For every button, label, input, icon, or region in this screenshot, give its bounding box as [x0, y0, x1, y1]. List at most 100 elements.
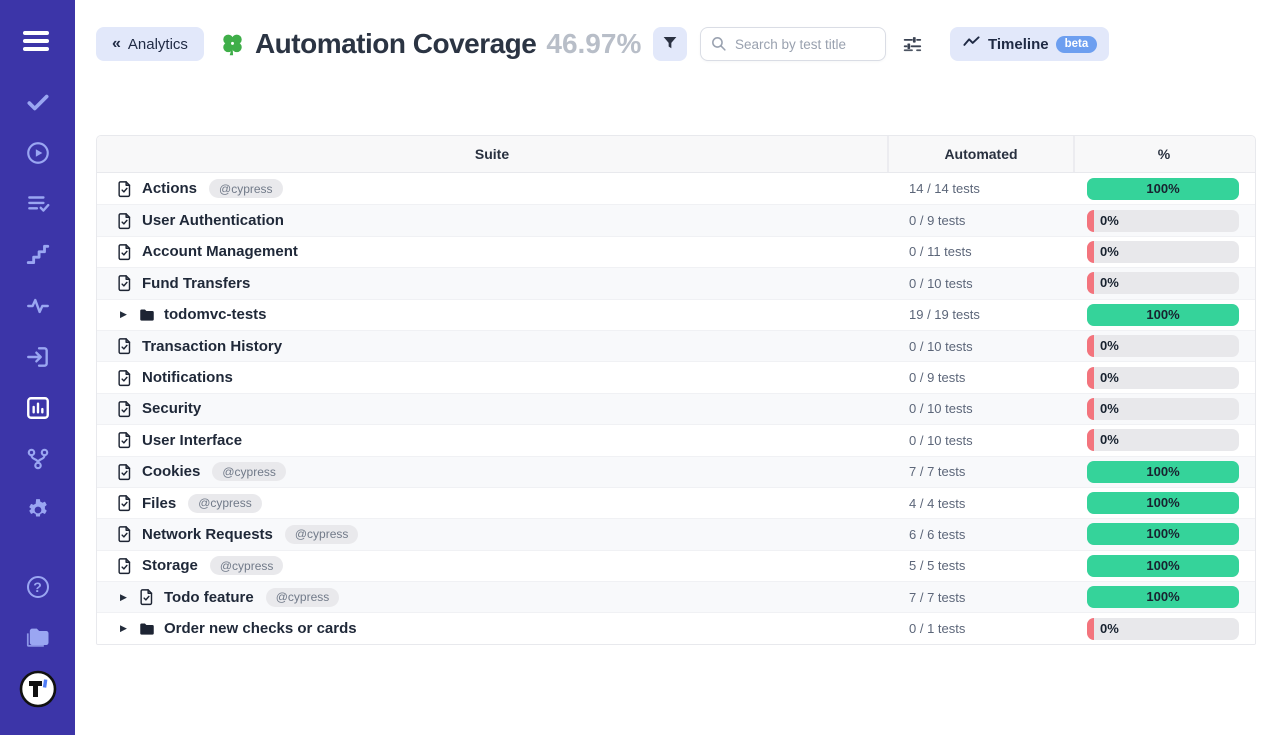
- table-row[interactable]: Security 0 / 10 tests 0%: [97, 393, 1255, 424]
- back-label: Analytics: [128, 36, 188, 53]
- cypress-tag-badge: @cypress: [210, 556, 284, 575]
- suite-cell: Actions @cypress: [97, 179, 887, 198]
- folder-icon: [138, 620, 156, 638]
- coverage-bar: 100%: [1087, 461, 1239, 483]
- coverage-percent-label: 0%: [1100, 272, 1119, 294]
- table-row[interactable]: Fund Transfers 0 / 10 tests 0%: [97, 267, 1255, 298]
- expand-caret-icon[interactable]: ▶: [120, 592, 130, 603]
- suite-name: Network Requests: [142, 526, 273, 543]
- coverage-bar: 0%: [1087, 241, 1239, 263]
- file-icon: [138, 588, 156, 606]
- coverage-table: Suite Automated % Actions @cypress 14 / …: [96, 135, 1256, 645]
- check-icon[interactable]: [24, 88, 52, 116]
- play-circle-icon[interactable]: [24, 139, 52, 167]
- testomat-logo[interactable]: [18, 669, 58, 709]
- automated-count: 6 / 6 tests: [887, 527, 1073, 542]
- percent-cell: 100%: [1073, 304, 1253, 326]
- coverage-percent-label: 100%: [1087, 492, 1239, 514]
- table-row[interactable]: Transaction History 0 / 10 tests 0%: [97, 330, 1255, 361]
- coverage-percent-label: 0%: [1100, 241, 1119, 263]
- table-row[interactable]: Account Management 0 / 11 tests 0%: [97, 236, 1255, 267]
- file-icon: [116, 337, 134, 355]
- file-icon: [116, 463, 134, 481]
- trending-line-icon: [962, 33, 981, 56]
- beta-badge: beta: [1056, 36, 1098, 53]
- automated-count: 4 / 4 tests: [887, 496, 1073, 511]
- suite-cell: Storage @cypress: [97, 556, 887, 575]
- automated-count: 0 / 1 tests: [887, 621, 1073, 636]
- timeline-button[interactable]: Timeline beta: [950, 27, 1109, 61]
- column-header-percent: %: [1073, 136, 1253, 172]
- automated-count: 7 / 7 tests: [887, 590, 1073, 605]
- coverage-percent-label: 0%: [1100, 429, 1119, 451]
- table-row[interactable]: ▶ todomvc-tests 19 / 19 tests 100%: [97, 299, 1255, 330]
- clover-icon: [219, 31, 246, 58]
- automated-count: 0 / 9 tests: [887, 370, 1073, 385]
- sign-in-icon[interactable]: [24, 343, 52, 371]
- automated-count: 0 / 10 tests: [887, 433, 1073, 448]
- suite-name: User Authentication: [142, 212, 284, 229]
- branch-icon[interactable]: [24, 445, 52, 473]
- suite-name: User Interface: [142, 432, 242, 449]
- suite-name: Actions: [142, 180, 197, 197]
- percent-cell: 0%: [1073, 429, 1253, 451]
- gear-icon[interactable]: [24, 496, 52, 524]
- main-content: « Analytics Automation Coverage 46.97%: [75, 0, 1280, 735]
- automated-count: 7 / 7 tests: [887, 464, 1073, 479]
- menu-icon[interactable]: [23, 26, 53, 56]
- percent-cell: 0%: [1073, 618, 1253, 640]
- coverage-bar: 100%: [1087, 178, 1239, 200]
- funnel-icon: [661, 34, 679, 55]
- table-row[interactable]: Cookies @cypress 7 / 7 tests 100%: [97, 456, 1255, 487]
- coverage-percent-label: 100%: [1087, 178, 1239, 200]
- file-icon: [116, 369, 134, 387]
- coverage-bar: 0%: [1087, 618, 1239, 640]
- automated-count: 0 / 9 tests: [887, 213, 1073, 228]
- table-row[interactable]: Storage @cypress 5 / 5 tests 100%: [97, 550, 1255, 581]
- file-icon: [116, 274, 134, 292]
- suite-name: Notifications: [142, 369, 233, 386]
- suite-cell: Notifications: [97, 369, 887, 387]
- table-row[interactable]: ▶ Todo feature @cypress 7 / 7 tests 100%: [97, 581, 1255, 612]
- automated-count: 14 / 14 tests: [887, 181, 1073, 196]
- adjustments-icon[interactable]: [900, 32, 924, 56]
- percent-cell: 0%: [1073, 210, 1253, 232]
- table-row[interactable]: Actions @cypress 14 / 14 tests 100%: [97, 173, 1255, 204]
- percent-cell: 0%: [1073, 241, 1253, 263]
- back-analytics-button[interactable]: « Analytics: [96, 27, 204, 61]
- coverage-bar: 100%: [1087, 304, 1239, 326]
- coverage-bar: 0%: [1087, 367, 1239, 389]
- filter-button[interactable]: [653, 27, 687, 61]
- table-header: Suite Automated %: [97, 136, 1255, 173]
- suite-name: Files: [142, 495, 176, 512]
- table-row[interactable]: ▶ Order new checks or cards 0 / 1 tests …: [97, 612, 1255, 643]
- table-row[interactable]: Files @cypress 4 / 4 tests 100%: [97, 487, 1255, 518]
- cypress-tag-badge: @cypress: [209, 179, 283, 198]
- help-icon[interactable]: ?: [24, 573, 52, 601]
- coverage-bar: 100%: [1087, 523, 1239, 545]
- file-icon: [116, 212, 134, 230]
- coverage-bar-fill: [1087, 398, 1094, 420]
- topbar-actions: Timeline beta: [653, 27, 1109, 61]
- search-input[interactable]: [700, 27, 886, 61]
- percent-cell: 100%: [1073, 178, 1253, 200]
- table-row[interactable]: User Authentication 0 / 9 tests 0%: [97, 204, 1255, 235]
- percent-cell: 100%: [1073, 555, 1253, 577]
- coverage-bar: 100%: [1087, 555, 1239, 577]
- cypress-tag-badge: @cypress: [212, 462, 286, 481]
- suite-name: Account Management: [142, 243, 298, 260]
- list-check-icon[interactable]: [24, 190, 52, 218]
- table-row[interactable]: Network Requests @cypress 6 / 6 tests 10…: [97, 518, 1255, 549]
- steps-icon[interactable]: [24, 241, 52, 269]
- suite-name: Security: [142, 400, 201, 417]
- expand-caret-icon[interactable]: ▶: [120, 309, 130, 320]
- bar-chart-icon[interactable]: [24, 394, 52, 422]
- automated-count: 19 / 19 tests: [887, 307, 1073, 322]
- table-row[interactable]: Notifications 0 / 9 tests 0%: [97, 361, 1255, 392]
- expand-caret-icon[interactable]: ▶: [120, 623, 130, 634]
- coverage-bar-fill: [1087, 272, 1094, 294]
- cypress-tag-badge: @cypress: [285, 525, 359, 544]
- activity-icon[interactable]: [24, 292, 52, 320]
- table-row[interactable]: User Interface 0 / 10 tests 0%: [97, 424, 1255, 455]
- folders-icon[interactable]: [24, 624, 52, 652]
